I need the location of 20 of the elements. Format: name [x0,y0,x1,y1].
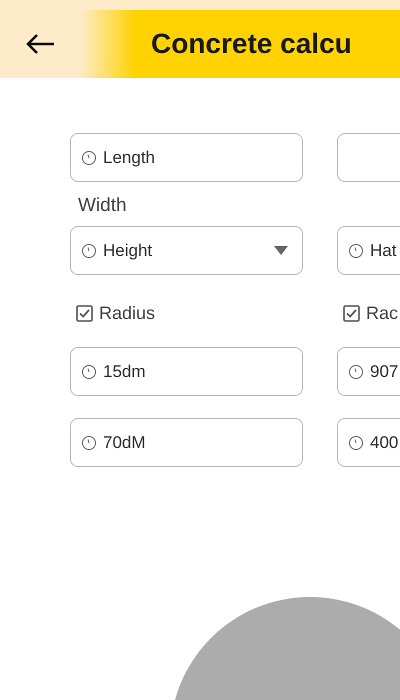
checkbox[interactable]: Radius [70,301,303,325]
input-field[interactable]: Length [70,133,303,182]
input-field[interactable]: 907 [337,347,400,396]
dropdown-field[interactable]: Height [70,226,303,275]
input-field[interactable]: 70dM [70,418,303,467]
input-field[interactable]: Hat [337,226,400,275]
caret-icon [274,246,288,255]
input-field[interactable]: 15dm [70,347,303,396]
page-title: Concrete calcu [151,27,352,61]
clock-icon [348,242,364,258]
clock-icon [81,242,97,258]
back-arrow-icon [25,33,55,55]
input-field[interactable]: 400 [337,418,400,467]
field-label: Width [77,194,127,216]
clock-icon [81,364,97,380]
clock-icon [348,434,364,450]
checkbox[interactable]: Rac [337,301,400,325]
clock-icon [81,434,97,450]
clock-icon [81,150,97,166]
clock-icon [348,364,364,380]
